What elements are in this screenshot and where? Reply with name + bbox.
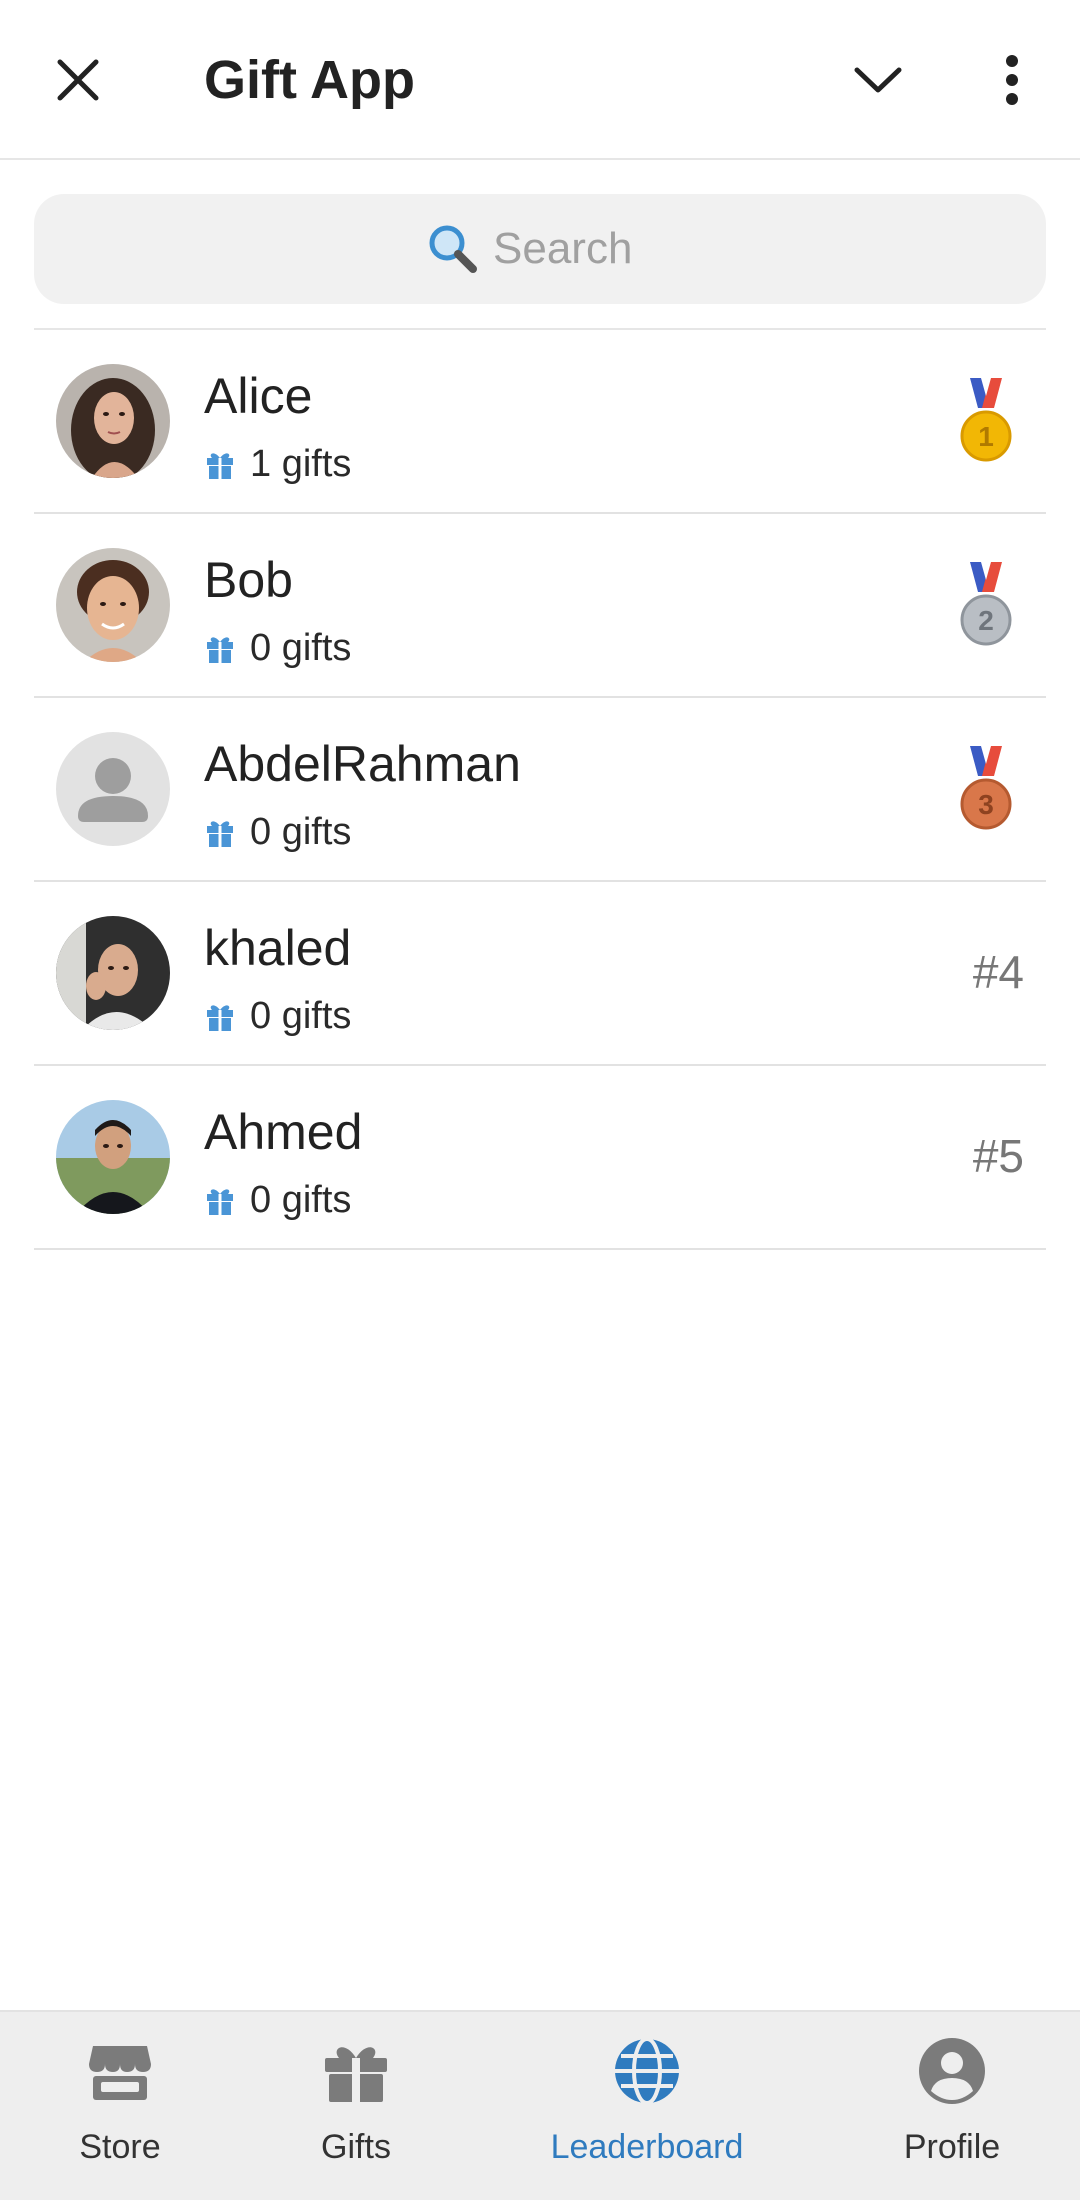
gold-medal-icon: 1 (960, 378, 1012, 462)
nav-item-gifts[interactable]: Gifts (276, 2012, 436, 2200)
silver-medal-icon: 2 (960, 562, 1012, 646)
more-options-button[interactable] (972, 40, 1052, 120)
gift-count-group: 0 gifts (204, 810, 351, 854)
gift-icon (325, 2047, 387, 2102)
collapse-button[interactable] (838, 40, 918, 120)
user-name: Ahmed (204, 1104, 363, 1160)
gift-count-group: 0 gifts (204, 626, 351, 670)
leaderboard-row[interactable]: Alice 1 gifts 1 (34, 330, 1046, 514)
svg-text:3: 3 (978, 789, 994, 820)
search-bar[interactable] (34, 194, 1046, 304)
more-vert-icon (1006, 55, 1018, 105)
avatar (56, 364, 170, 478)
gift-count: 0 gifts (250, 627, 352, 669)
gift-icon (207, 453, 233, 479)
avatar (56, 916, 170, 1030)
avatar (56, 548, 170, 662)
avatar-placeholder (56, 732, 170, 846)
gift-count-group: 1 gifts (204, 442, 351, 486)
user-name: khaled (204, 920, 352, 976)
gift-count-group: 0 gifts (204, 1178, 351, 1222)
gift-icon (207, 637, 233, 663)
nav-label-profile: Profile (903, 2128, 1001, 2166)
gift-count: 0 gifts (250, 1179, 352, 1221)
close-button[interactable] (38, 40, 118, 120)
gift-count-group: 0 gifts (204, 994, 351, 1038)
profile-icon (919, 2038, 985, 2104)
user-name: Bob (204, 552, 293, 608)
nav-label-gifts: Gifts (321, 2128, 391, 2166)
rank-label: #5 (972, 1130, 1024, 1182)
magnifier-icon (429, 225, 477, 273)
chevron-down-icon (854, 67, 902, 93)
nav-item-leaderboard[interactable]: Leaderboard (540, 2012, 754, 2200)
gift-count: 1 gifts (250, 443, 352, 485)
user-name: AbdelRahman (204, 736, 521, 792)
leaderboard-list: Alice 1 gifts 1 Bob 0 gifts 2 AbdelRahma… (34, 328, 1046, 1250)
globe-icon (615, 2037, 679, 2105)
gift-count: 0 gifts (250, 995, 352, 1037)
svg-text:2: 2 (978, 605, 994, 636)
app-header: Gift App (0, 0, 1080, 160)
nav-label-leaderboard: Leaderboard (550, 2128, 744, 2166)
nav-label-store: Store (79, 2128, 161, 2166)
user-name: Alice (204, 368, 313, 424)
leaderboard-row[interactable]: AbdelRahman 0 gifts 3 (34, 698, 1046, 882)
search-input[interactable] (493, 224, 653, 274)
gift-icon (207, 821, 233, 847)
nav-item-profile[interactable]: Profile (872, 2012, 1032, 2200)
bottom-navigation: Store Gifts Leaderboard Profile (0, 2010, 1080, 2200)
gift-icon (207, 1189, 233, 1215)
bronze-medal-icon: 3 (960, 746, 1012, 830)
store-icon (89, 2046, 151, 2100)
gift-count: 0 gifts (250, 811, 352, 853)
leaderboard-row[interactable]: khaled 0 gifts #4 (34, 882, 1046, 1066)
app-title: Gift App (204, 50, 415, 110)
nav-item-store[interactable]: Store (40, 2012, 200, 2200)
svg-text:1: 1 (978, 421, 994, 452)
close-icon (57, 59, 99, 101)
gift-icon (207, 1005, 233, 1031)
leaderboard-row[interactable]: Ahmed 0 gifts #5 (34, 1066, 1046, 1250)
avatar (56, 1100, 170, 1214)
rank-label: #4 (972, 946, 1024, 998)
leaderboard-row[interactable]: Bob 0 gifts 2 (34, 514, 1046, 698)
